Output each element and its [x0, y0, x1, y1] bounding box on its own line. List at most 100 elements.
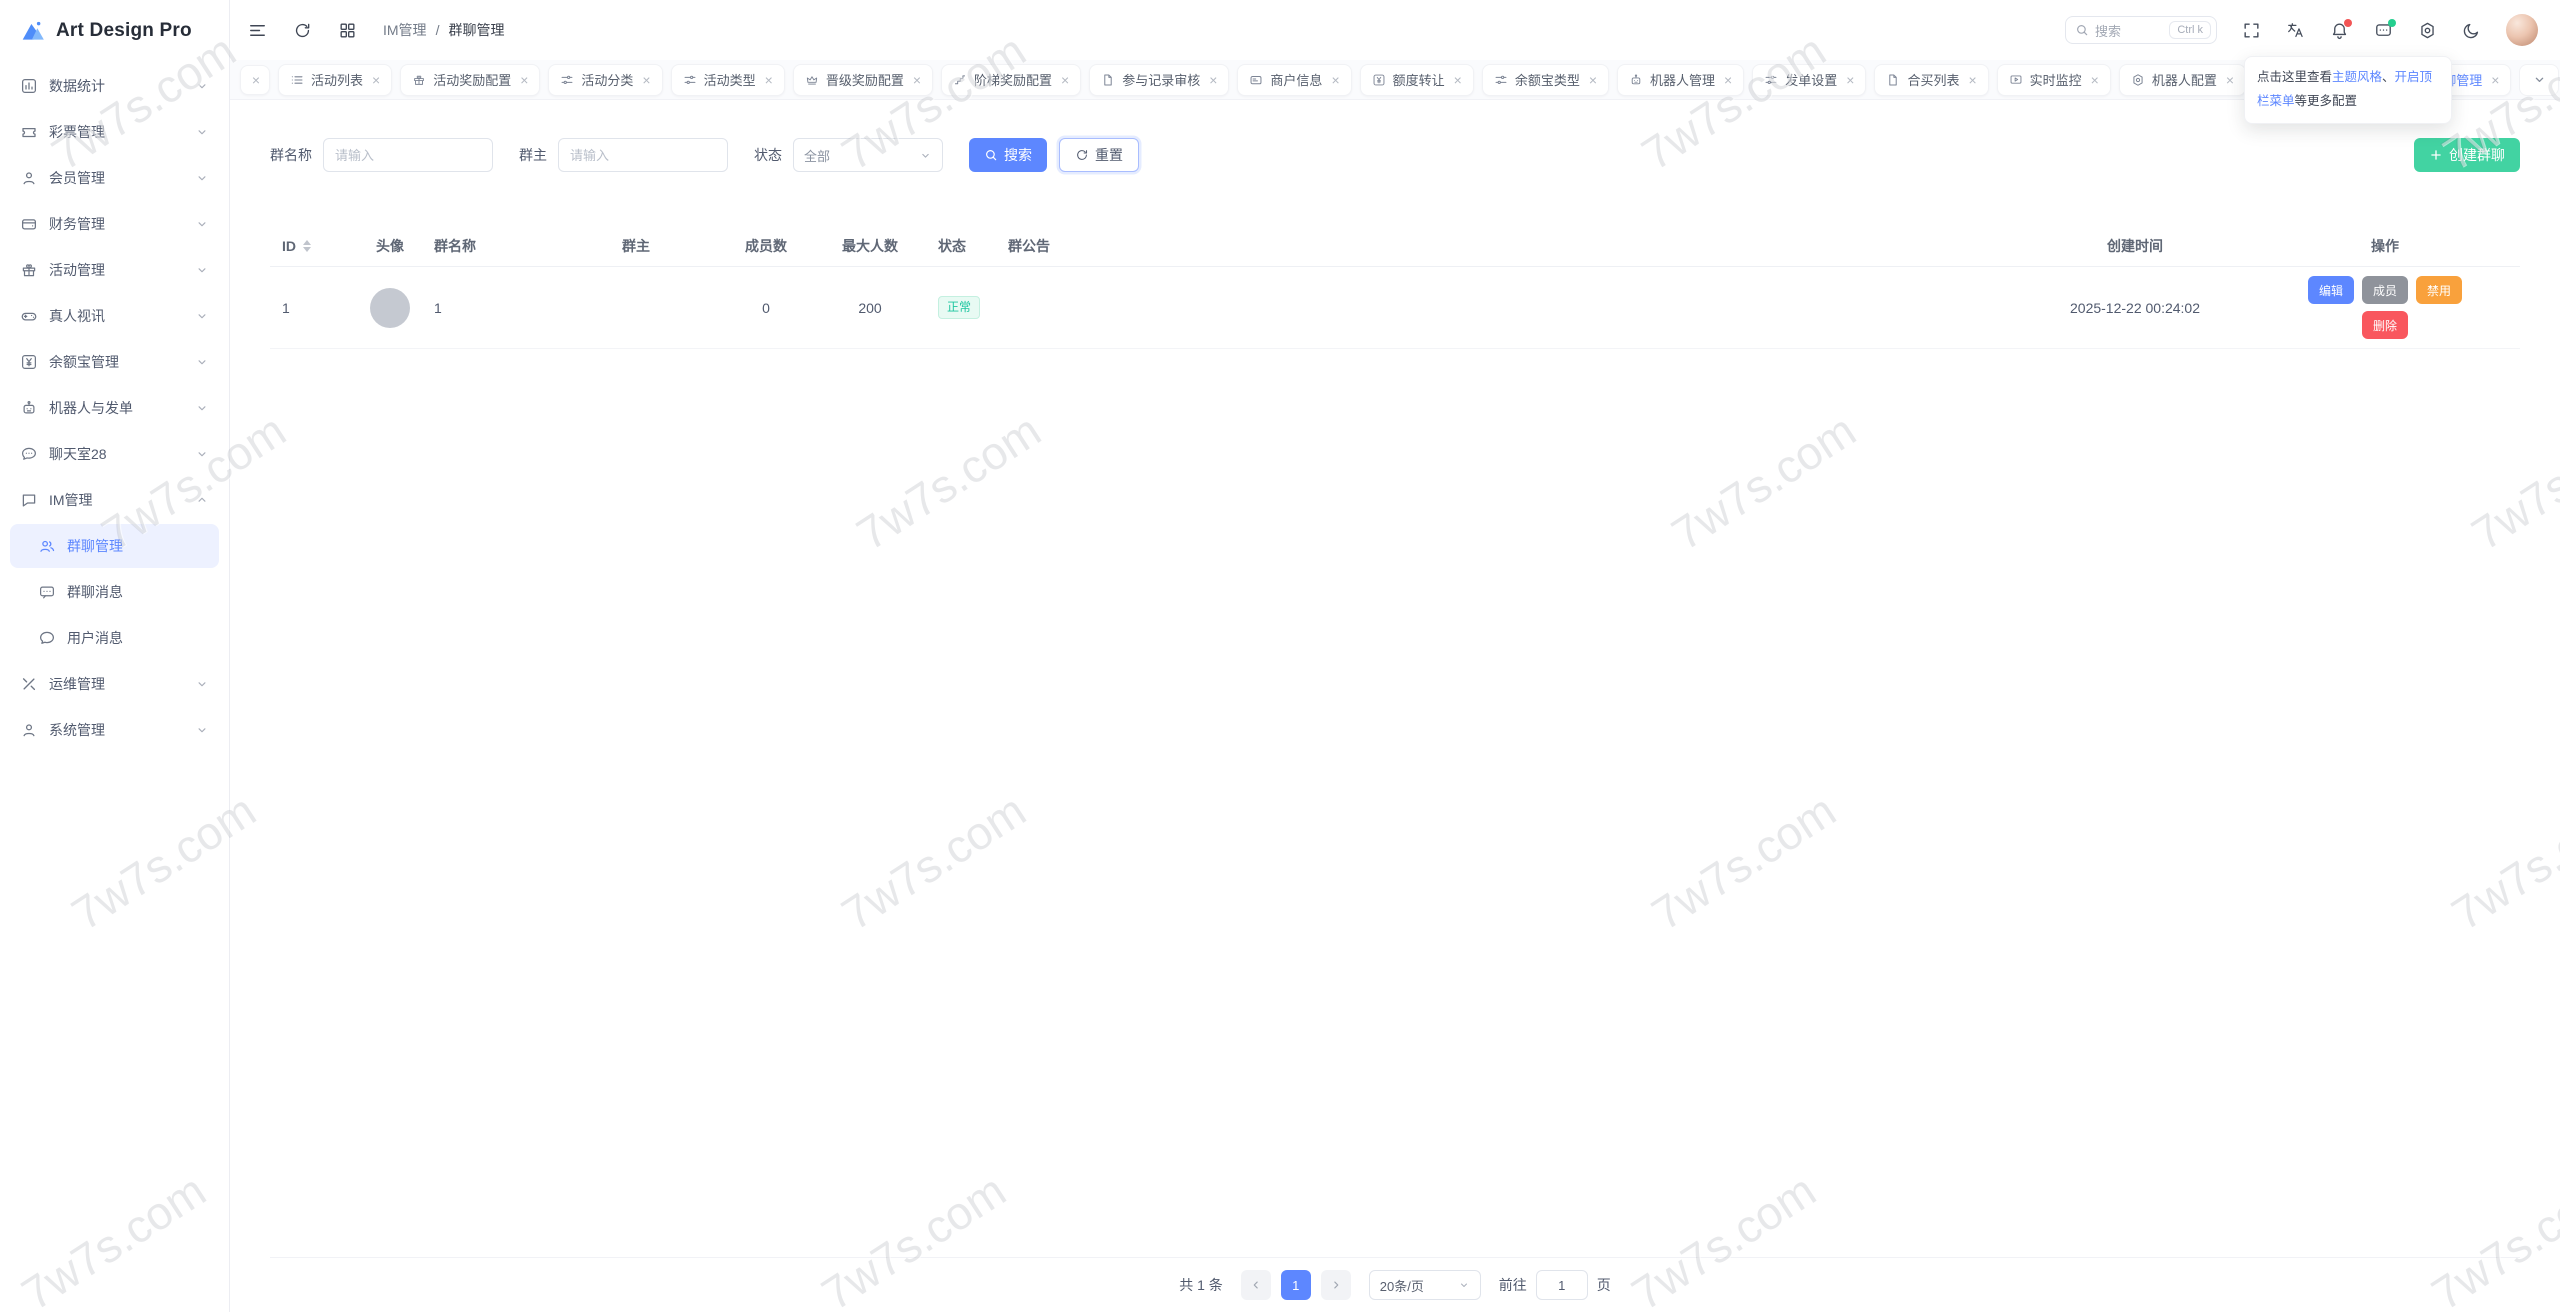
group-name-input[interactable] [323, 138, 493, 172]
close-icon[interactable]: × [2091, 73, 2099, 87]
close-icon[interactable]: × [1724, 73, 1732, 87]
tab-activity-category[interactable]: 活动分类× [548, 64, 662, 96]
filter-icon [1494, 73, 1508, 87]
filter-icon [1764, 73, 1778, 87]
messages-button[interactable] [2374, 21, 2393, 40]
tab-yuebao-type[interactable]: 余额宝类型× [1482, 64, 1609, 96]
tab-realtime-monitor[interactable]: 实时监控× [1997, 64, 2111, 96]
tab-item-clipped[interactable]: × [240, 65, 270, 95]
column-header-id[interactable]: ID [270, 238, 358, 254]
moon-icon [2462, 21, 2481, 40]
sidebar-item-group-messages[interactable]: 群聊消息 [10, 570, 219, 614]
close-icon[interactable]: × [765, 73, 773, 87]
breadcrumb-current: 群聊管理 [448, 20, 504, 40]
sidebar-item-ops[interactable]: 运维管理 [10, 662, 219, 706]
goto-page-input[interactable] [1536, 1270, 1588, 1300]
current-page-button[interactable]: 1 [1281, 1270, 1311, 1300]
sidebar-collapse-button[interactable] [248, 21, 267, 40]
robot-icon [1629, 73, 1643, 87]
gamepad-icon [20, 307, 38, 325]
ticket-icon [20, 123, 38, 141]
close-icon[interactable]: × [1846, 73, 1854, 87]
tab-robot-management[interactable]: 机器人管理× [1617, 64, 1744, 96]
close-icon[interactable]: × [1968, 73, 1976, 87]
page-size-select[interactable]: 20条/页 [1369, 1270, 1481, 1300]
breadcrumb-parent[interactable]: IM管理 [383, 20, 427, 40]
create-group-button[interactable]: 创建群聊 [2414, 138, 2520, 172]
sidebar-item-chatroom28[interactable]: 聊天室28 [10, 432, 219, 476]
delete-button[interactable]: 删除 [2362, 311, 2408, 339]
sidebar-item-im[interactable]: IM管理 [10, 478, 219, 522]
status-select[interactable]: 全部 [793, 138, 943, 172]
refresh-button[interactable] [293, 21, 312, 40]
close-icon[interactable]: × [2226, 73, 2234, 87]
user-avatar[interactable] [2506, 14, 2538, 46]
reset-button[interactable]: 重置 [1059, 138, 1139, 172]
chevron-down-icon [195, 677, 209, 691]
sidebar-item-live-video[interactable]: 真人视讯 [10, 294, 219, 338]
close-icon[interactable]: × [913, 73, 921, 87]
sidebar-item-system[interactable]: 系统管理 [10, 708, 219, 752]
tab-robot-config[interactable]: 机器人配置× [2119, 64, 2246, 96]
tab-group-buy-list[interactable]: 合买列表× [1874, 64, 1988, 96]
settings-button[interactable] [2418, 21, 2437, 40]
filter-row: 群名称 群主 状态 全部 搜索 [270, 138, 2520, 172]
close-icon[interactable]: × [1209, 73, 1217, 87]
tab-promotion-reward-config[interactable]: 晋级奖励配置× [793, 64, 933, 96]
tab-quota-transfer[interactable]: 额度转让× [1360, 64, 1474, 96]
fullscreen-button[interactable] [2242, 21, 2261, 40]
theme-style-link[interactable]: 主题风格 [2332, 70, 2382, 84]
sort-icon[interactable] [303, 240, 311, 252]
tab-merchant-info[interactable]: 商户信息× [1237, 64, 1351, 96]
tab-activity-type[interactable]: 活动类型× [671, 64, 785, 96]
close-icon[interactable]: × [1331, 73, 1339, 87]
group-owner-input[interactable] [558, 138, 728, 172]
tab-participation-audit[interactable]: 参与记录审核× [1089, 64, 1229, 96]
fullscreen-icon [2242, 21, 2261, 40]
close-icon[interactable]: × [1061, 73, 1069, 87]
settings-tooltip: 点击这里查看主题风格、开启顶栏菜单等更多配置 [2244, 56, 2452, 124]
chevron-down-icon [195, 309, 209, 323]
filter-icon [560, 73, 574, 87]
next-page-button[interactable] [1321, 1270, 1351, 1300]
close-icon[interactable]: × [252, 73, 260, 87]
tab-activity-reward-config[interactable]: 活动奖励配置× [400, 64, 540, 96]
sidebar-menu: 数据统计 彩票管理 会员管理 财务管理 活动管理 [10, 64, 219, 752]
sidebar-item-members[interactable]: 会员管理 [10, 156, 219, 200]
close-icon[interactable]: × [520, 73, 528, 87]
close-icon[interactable]: × [1454, 73, 1462, 87]
apps-grid-button[interactable] [338, 21, 357, 40]
close-icon[interactable]: × [1589, 73, 1597, 87]
members-button[interactable]: 成员 [2362, 276, 2408, 304]
chevron-down-icon [195, 217, 209, 231]
edit-button[interactable]: 编辑 [2308, 276, 2354, 304]
notifications-button[interactable] [2330, 21, 2349, 40]
cell-max-members: 200 [814, 276, 926, 340]
language-button[interactable] [2286, 21, 2305, 40]
sidebar-item-data-stats[interactable]: 数据统计 [10, 64, 219, 108]
sidebar-item-yuebao[interactable]: 余额宝管理 [10, 340, 219, 384]
group-owner-label: 群主 [519, 145, 547, 165]
close-icon[interactable]: × [642, 73, 650, 87]
disable-button[interactable]: 禁用 [2416, 276, 2462, 304]
sidebar-item-user-messages[interactable]: 用户消息 [10, 616, 219, 660]
prev-page-button[interactable] [1241, 1270, 1271, 1300]
sidebar-item-finance[interactable]: 财务管理 [10, 202, 219, 246]
notification-dot [2344, 19, 2352, 27]
sidebar-item-activity[interactable]: 活动管理 [10, 248, 219, 292]
app-logo[interactable]: Art Design Pro [10, 0, 219, 62]
document-icon [1101, 73, 1115, 87]
tools-icon [20, 675, 38, 693]
tab-overflow-button[interactable] [2519, 64, 2559, 96]
sidebar-item-lottery[interactable]: 彩票管理 [10, 110, 219, 154]
global-search-input[interactable]: 搜索 Ctrl k [2065, 16, 2217, 44]
close-icon[interactable]: × [372, 73, 380, 87]
dark-mode-button[interactable] [2462, 21, 2481, 40]
sidebar-item-group-chat[interactable]: 群聊管理 [10, 524, 219, 568]
tab-dispatch-settings[interactable]: 发单设置× [1752, 64, 1866, 96]
tab-ladder-reward-config[interactable]: 阶梯奖励配置× [941, 64, 1081, 96]
sidebar-item-robot-dispatch[interactable]: 机器人与发单 [10, 386, 219, 430]
close-icon[interactable]: × [2491, 73, 2499, 87]
tab-activity-list[interactable]: 活动列表× [278, 64, 392, 96]
search-button[interactable]: 搜索 [969, 138, 1047, 172]
